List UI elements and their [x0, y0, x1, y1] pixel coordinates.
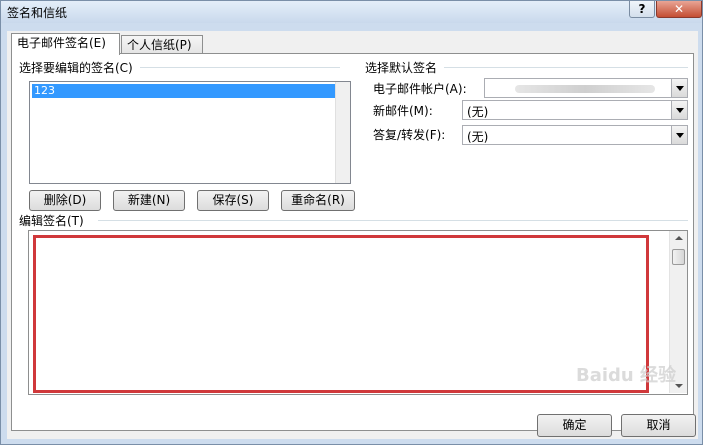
edit-signature-label: 编辑签名(T): [19, 214, 84, 228]
save-button[interactable]: 保存(S): [197, 190, 269, 211]
cancel-button[interactable]: 取消: [621, 414, 696, 437]
close-button[interactable]: ✕: [656, 1, 702, 18]
rename-button[interactable]: 重命名(R): [281, 190, 355, 211]
signatures-dialog: 签名和信纸 ? ✕ 电子邮件签名(E) 个人信纸(P) 选择要编辑的签名(C) …: [0, 0, 703, 445]
account-label: 电子邮件帐户(A):: [373, 82, 467, 96]
title-bar: 签名和信纸 ? ✕: [1, 1, 702, 23]
divider: [444, 67, 688, 68]
reply-forward-select[interactable]: (无): [462, 125, 688, 145]
ok-button[interactable]: 确定: [537, 414, 612, 437]
select-signature-label: 选择要编辑的签名(C): [19, 61, 133, 75]
redacted-account: [515, 85, 655, 93]
list-item[interactable]: 123: [32, 84, 336, 98]
chevron-down-icon[interactable]: [671, 101, 687, 119]
chevron-down-icon[interactable]: [671, 79, 687, 97]
scroll-thumb[interactable]: [672, 249, 685, 265]
account-select[interactable]: [484, 78, 688, 98]
list-scrollbar[interactable]: [335, 82, 350, 183]
signature-list[interactable]: 123: [29, 81, 351, 184]
reply-forward-label: 答复/转发(F):: [373, 128, 446, 142]
help-button[interactable]: ?: [629, 1, 655, 18]
new-messages-select[interactable]: (无): [462, 100, 688, 120]
scroll-up-icon[interactable]: [675, 236, 683, 240]
default-signature-label: 选择默认签名: [365, 61, 438, 75]
new-button[interactable]: 新建(N): [113, 190, 185, 211]
divider: [140, 67, 340, 68]
highlight-box: [33, 235, 649, 393]
tab-email-signature[interactable]: 电子邮件签名(E): [11, 33, 120, 55]
tab-personal-stationery[interactable]: 个人信纸(P): [121, 35, 203, 55]
new-messages-label: 新邮件(M):: [373, 104, 433, 118]
divider: [98, 220, 688, 221]
delete-button[interactable]: 删除(D): [29, 190, 101, 211]
chevron-down-icon[interactable]: [671, 126, 687, 144]
window-title: 签名和信纸: [7, 6, 68, 20]
watermark: Baidu 经验: [576, 365, 677, 386]
